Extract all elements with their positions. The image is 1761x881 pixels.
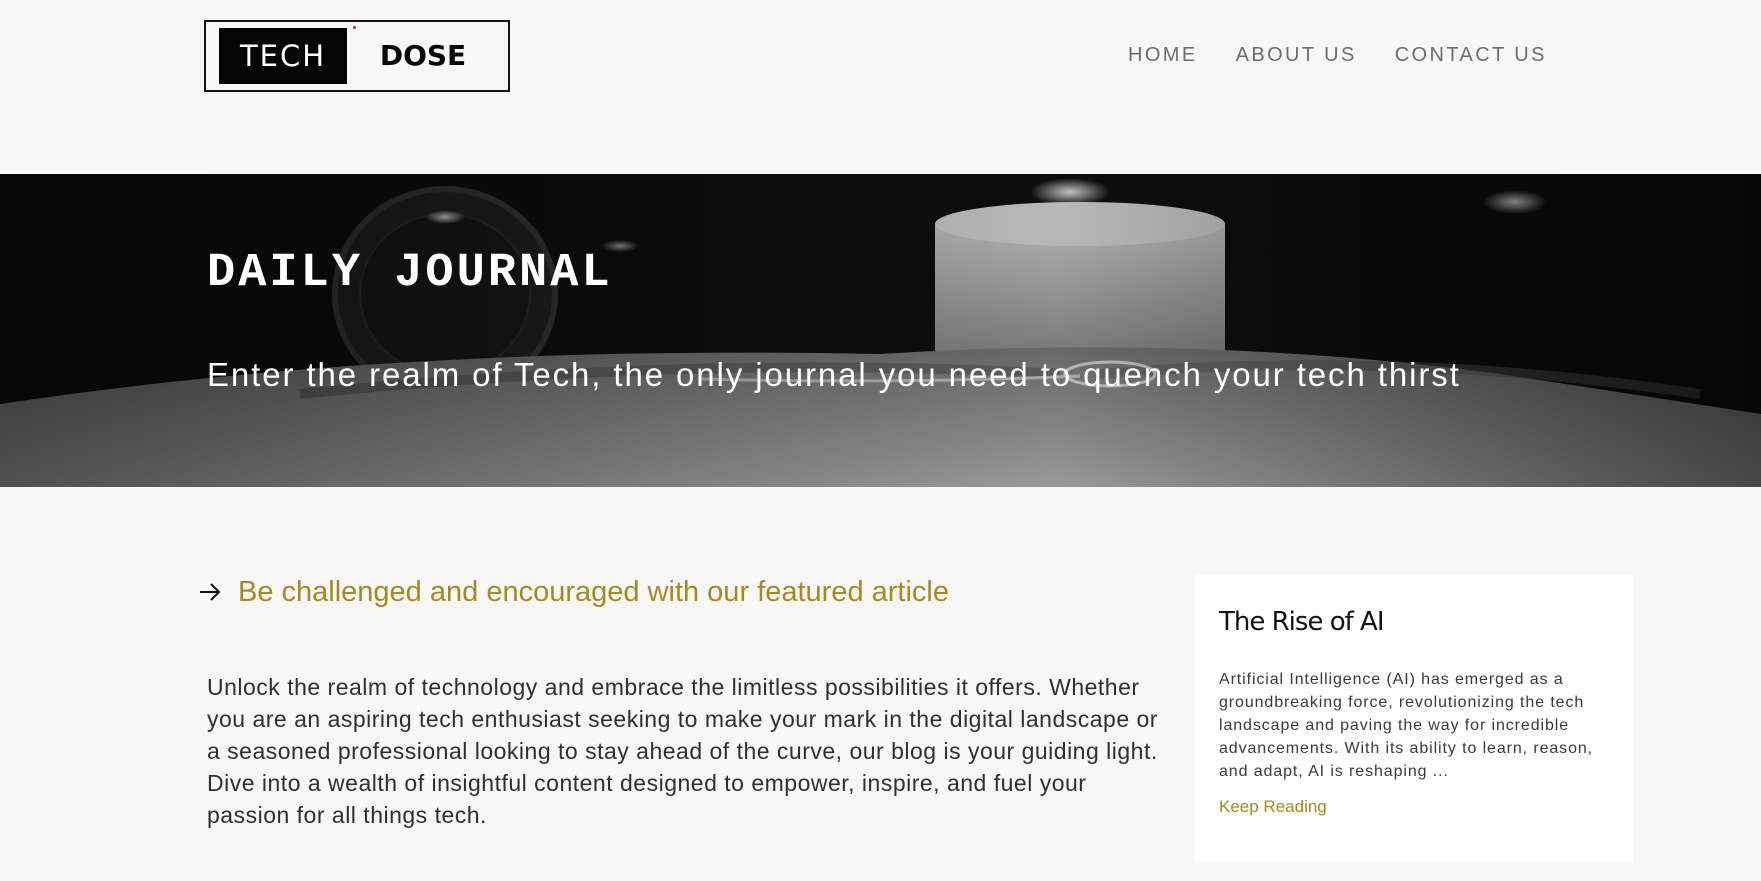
site-logo[interactable]: TECH DOSE (204, 20, 510, 92)
hero-title: DAILY JOURNAL (207, 247, 613, 300)
logo-accent-dot (353, 26, 356, 29)
hero-subtitle: Enter the realm of Tech, the only journa… (207, 356, 1461, 393)
keep-reading-link[interactable]: Keep Reading (1219, 797, 1327, 817)
article-card-excerpt: Artificial Intelligence (AI) has emerged… (1219, 671, 1594, 780)
featured-heading-text: Be challenged and encouraged with our fe… (238, 576, 949, 608)
nav-item-contact-us[interactable]: CONTACT US (1395, 41, 1547, 69)
nav-item-home[interactable]: HOME (1128, 41, 1198, 69)
hero-background-image (0, 174, 1761, 487)
logo-dose-text: DOSE (379, 39, 467, 72)
article-card-title: The Rise of AI (1219, 607, 1385, 637)
arrow-right-icon (198, 580, 222, 604)
featured-heading: Be challenged and encouraged with our fe… (198, 574, 949, 610)
hero-banner: DAILY JOURNAL Enter the realm of Tech, t… (0, 174, 1761, 487)
article-card: The Rise of AI Artificial Intelligence (… (1195, 574, 1633, 862)
intro-paragraph: Unlock the realm of technology and embra… (207, 674, 1158, 828)
nav-item-about-us[interactable]: ABOUT US (1236, 41, 1357, 69)
site-header: TECH DOSE HOME ABOUT US CONTACT US (0, 0, 1761, 174)
logo-tech-text: TECH (219, 28, 347, 84)
main-nav: HOME ABOUT US CONTACT US (1128, 41, 1547, 69)
